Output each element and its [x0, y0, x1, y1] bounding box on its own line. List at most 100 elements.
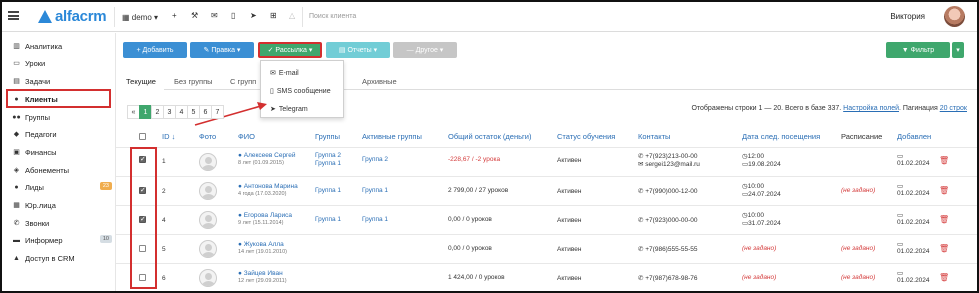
tab-current[interactable]: Текущие [126, 77, 156, 86]
client-id: 1 [162, 158, 166, 165]
mobile-icon[interactable]: ▯ [231, 12, 235, 20]
client-name[interactable]: ● Жукова Алла 14 лет (19.01.2010) [238, 241, 287, 255]
sidebar-item-subscriptions[interactable]: ◈ Абонементы [12, 163, 112, 177]
sidebar-item-leads[interactable]: ● Лиды 23 [12, 180, 112, 194]
sidebar-item-label: Юр.лица [25, 200, 56, 210]
col-schedule: Расписание [841, 132, 883, 141]
client-search-input[interactable]: Поиск клиента [309, 13, 356, 20]
client-name[interactable]: ● Антонова Марина 4 года (17.03.2020) [238, 183, 298, 197]
contact-email: ✉ sergei123@mail.ru [638, 160, 700, 168]
sidebar-item-groups[interactable]: ●● Группы [12, 110, 112, 124]
calendar-icon: ▭ [897, 183, 904, 190]
telegram-icon[interactable]: ➤ [250, 12, 257, 20]
menu-item-sms[interactable]: ▯ SMS сообщение [270, 87, 331, 96]
trash-icon[interactable]: 🗑 [939, 273, 949, 282]
table-row[interactable]: 2 ● Антонова Марина4 года (17.03.2020) Г… [116, 176, 977, 205]
menu-item-telegram[interactable]: ➤ Telegram [270, 105, 308, 114]
table-row[interactable]: 4 ● Егорова Лариса9 лет (15.11.2014) Гру… [116, 205, 977, 234]
tab-no-group[interactable]: Без группы [174, 77, 213, 86]
mailing-button[interactable]: ✓ Рассылка ▾ [258, 42, 322, 58]
balance: -228,67 / -2 урока [448, 156, 501, 163]
client-group[interactable]: Группа 1 [315, 216, 341, 223]
mobile-icon: ▯ [270, 88, 274, 95]
client-name-text: Зайцев Иван [243, 270, 283, 277]
table-row[interactable]: 5 ● Жукова Алла 14 лет (19.01.2010) 0,00 … [116, 234, 977, 263]
email-icon[interactable]: ✉ [211, 12, 218, 20]
plus-icon[interactable]: + [172, 12, 177, 20]
tab-with-groups[interactable]: С групп [230, 77, 256, 86]
col-active-groups[interactable]: Активные группы [362, 132, 422, 141]
phone-text: +7(923)000-00-00 [645, 217, 698, 224]
table-row[interactable]: 1 ● Алексеев Сергей8 лет (01.09.2015) Гр… [116, 147, 977, 176]
avatar[interactable] [944, 6, 965, 27]
page-7[interactable]: 7 [211, 105, 224, 119]
client-photo [199, 269, 217, 287]
schedule: (не задано) [841, 274, 876, 281]
client-group[interactable]: Группа 1 [315, 160, 341, 167]
sidebar-item-legal[interactable]: ▦ Юр.лица [12, 198, 112, 212]
client-photo [199, 182, 217, 200]
group-icon: ●● [12, 113, 21, 121]
select-all-checkbox[interactable] [139, 133, 146, 140]
informer-badge: 10 [99, 235, 112, 243]
filter-caret[interactable]: ▾ [952, 42, 964, 58]
pagination-size-link[interactable]: 20 строк [940, 105, 967, 112]
bell-icon[interactable]: △ [289, 12, 295, 20]
client-name[interactable]: ● Егорова Лариса 9 лет (15.11.2014) [238, 212, 292, 226]
client-group[interactable]: Группа 2 [315, 152, 341, 159]
active-group[interactable]: Группа 1 [362, 216, 388, 223]
sidebar-item-label: Звонки [25, 218, 50, 228]
added-date: 01.02.2024 [897, 277, 930, 284]
col-name[interactable]: ФИО [238, 132, 255, 141]
client-name[interactable]: ● Алексеев Сергей 8 лет (01.09.2015) [238, 152, 296, 166]
trash-icon[interactable]: 🗑 [939, 215, 949, 224]
active-group[interactable]: Группа 1 [362, 187, 388, 194]
reports-button[interactable]: ▤ Отчеты ▾ [326, 42, 390, 58]
col-added[interactable]: Добавлен [897, 132, 931, 141]
status: Активен [557, 188, 582, 195]
sidebar-item-finance[interactable]: ▣ Финансы [12, 145, 112, 159]
tab-archived[interactable]: Архивные [362, 77, 397, 86]
col-groups[interactable]: Группы [315, 132, 340, 141]
checkbox-highlight [130, 147, 157, 289]
col-next-visit[interactable]: Дата след. посещения [742, 132, 820, 141]
col-balance[interactable]: Общий остаток (деньги) [448, 132, 531, 141]
menu-icon[interactable] [8, 11, 19, 20]
col-status[interactable]: Статус обучения [557, 132, 615, 141]
sidebar-item-analytics[interactable]: ▥ Аналитика [12, 39, 112, 53]
edit-button[interactable]: ✎ Правка ▾ [190, 42, 254, 58]
client-age: 12 лет (29.09.2011) [238, 278, 287, 284]
sidebar: ▥ Аналитика ▭ Уроки ▤ Задачи ● Клиенты ●● Гру… [2, 33, 115, 291]
col-contacts[interactable]: Контакты [638, 132, 670, 141]
cart-icon[interactable]: ⊞ [270, 12, 277, 20]
sidebar-item-teachers[interactable]: ◆ Педагоги [12, 127, 112, 141]
next-visit: (не задано) [742, 245, 777, 252]
table-row[interactable]: 6 ● Зайцев Иван 12 лет (29.09.2011) 1 424… [116, 263, 977, 291]
other-button[interactable]: — Другое ▾ [393, 42, 457, 58]
trash-icon[interactable]: 🗑 [939, 244, 949, 253]
sidebar-item-calls[interactable]: ✆ Звонки [12, 216, 112, 230]
table-header: ID ↓ Фото ФИО Группы Активные группы Общ… [116, 130, 977, 144]
branch-selector[interactable]: ▦ demo ▾ [122, 13, 158, 22]
sidebar-item-lessons[interactable]: ▭ Уроки [12, 56, 112, 70]
wrench-icon[interactable]: ⚒ [191, 12, 198, 20]
sidebar-item-crm-access[interactable]: ▲ Доступ в CRM [12, 251, 112, 265]
active-group[interactable]: Группа 2 [362, 156, 388, 163]
added-date: 01.02.2024 [897, 248, 930, 255]
field-settings-link[interactable]: Настройка полей [843, 105, 899, 112]
col-id[interactable]: ID ↓ [162, 132, 175, 141]
filter-button[interactable]: ▼ Фильтр [886, 42, 950, 58]
client-name[interactable]: ● Зайцев Иван 12 лет (29.09.2011) [238, 270, 287, 284]
sidebar-item-tasks[interactable]: ▤ Задачи [12, 74, 112, 88]
sidebar-item-informer[interactable]: ▬ Информер 10 [12, 233, 112, 247]
lock-icon: ▲ [13, 254, 20, 262]
logo[interactable]: alfacrm [38, 8, 107, 25]
col-photo: Фото [199, 132, 217, 141]
user-name[interactable]: Виктория [890, 12, 925, 21]
trash-icon[interactable]: 🗑 [939, 156, 949, 165]
client-group[interactable]: Группа 1 [315, 187, 341, 194]
trash-icon[interactable]: 🗑 [939, 186, 949, 195]
add-button[interactable]: + Добавить [123, 42, 187, 58]
menu-item-email[interactable]: ✉ E-mail [270, 69, 299, 78]
sidebar-item-label: Группы [25, 112, 50, 122]
